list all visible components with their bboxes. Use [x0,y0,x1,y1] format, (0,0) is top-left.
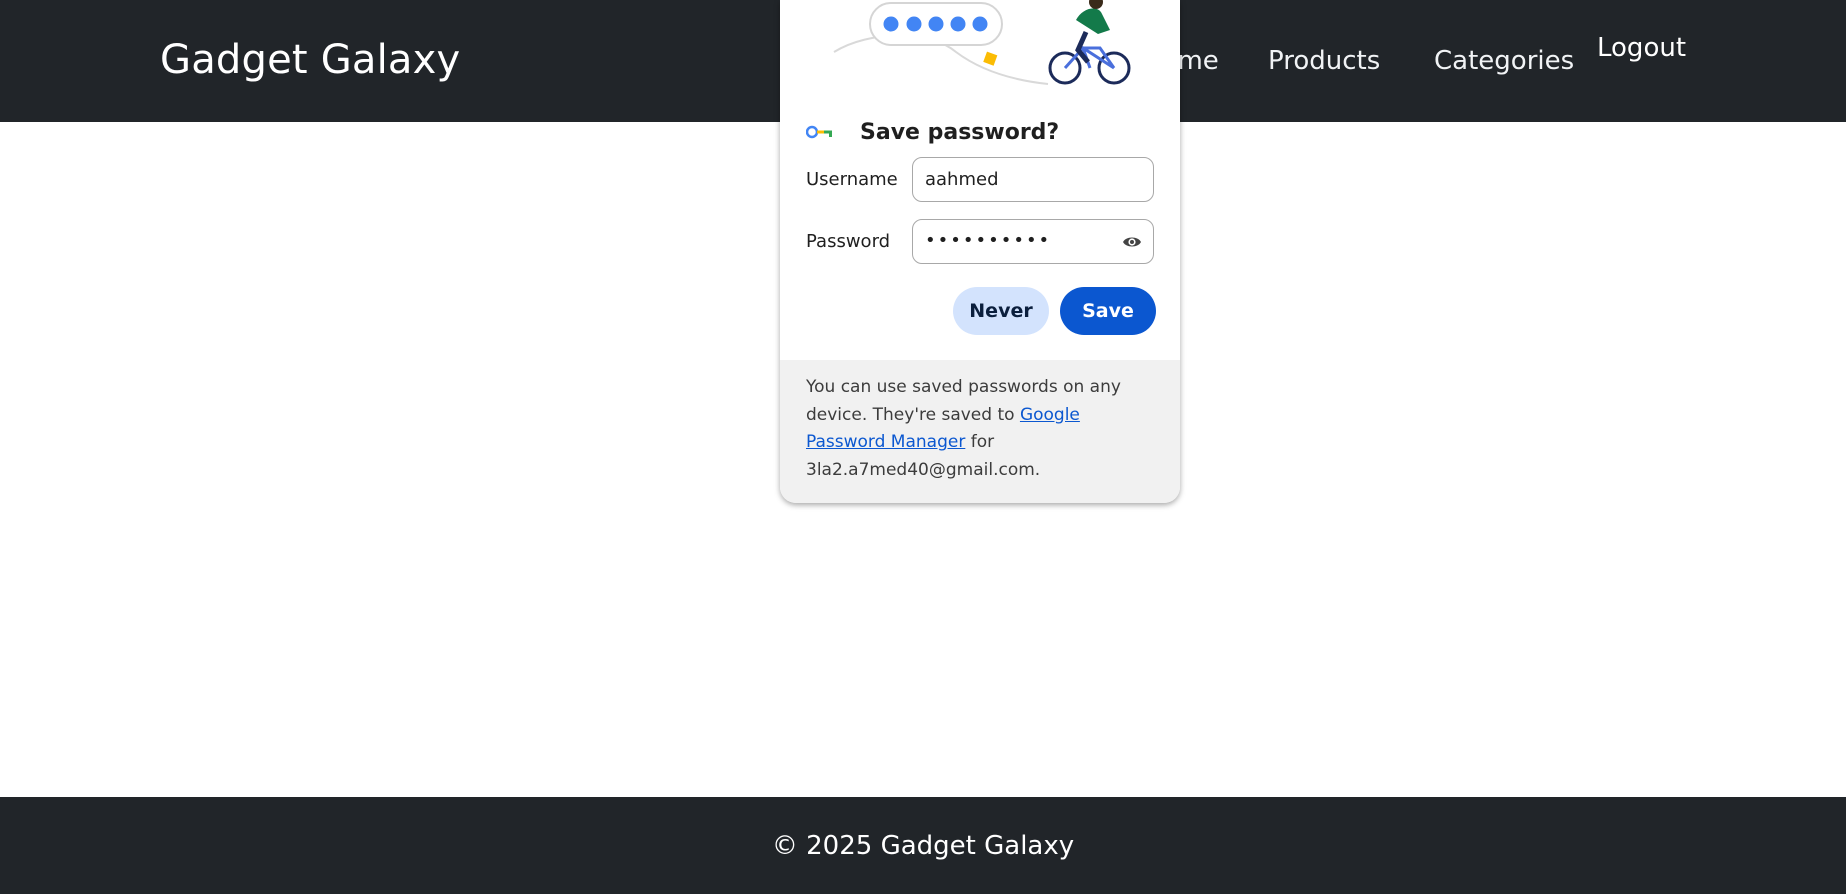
brand-logo-link[interactable]: Gadget Galaxy [160,34,460,86]
key-icon [806,125,832,139]
page-footer: © 2025 Gadget Galaxy [0,797,1846,894]
password-value: •••••••••• [925,230,1052,251]
password-manager-note: You can use saved passwords on any devic… [806,374,1136,484]
save-password-dialog: Save password? Username aahmed Password … [780,0,1180,503]
dialog-footer: You can use saved passwords on any devic… [780,360,1180,503]
nav-link-products[interactable]: Products [1268,44,1380,78]
dialog-header: Save password? [806,118,1059,146]
dialog-title: Save password? [860,119,1060,145]
nav-link-categories[interactable]: Categories [1434,44,1574,78]
eye-icon[interactable] [1122,234,1142,250]
password-field[interactable]: •••••••••• [912,219,1154,264]
username-field[interactable]: aahmed [912,157,1154,202]
username-value: aahmed [925,169,999,190]
never-button[interactable]: Never [953,287,1049,335]
save-button[interactable]: Save [1060,287,1156,335]
password-label: Password [806,231,891,252]
username-label: Username [806,169,898,190]
footer-copyright: © 2025 Gadget Galaxy [771,830,1075,861]
password-illustration [833,0,1131,85]
logout-link[interactable]: Logout [1597,31,1686,65]
